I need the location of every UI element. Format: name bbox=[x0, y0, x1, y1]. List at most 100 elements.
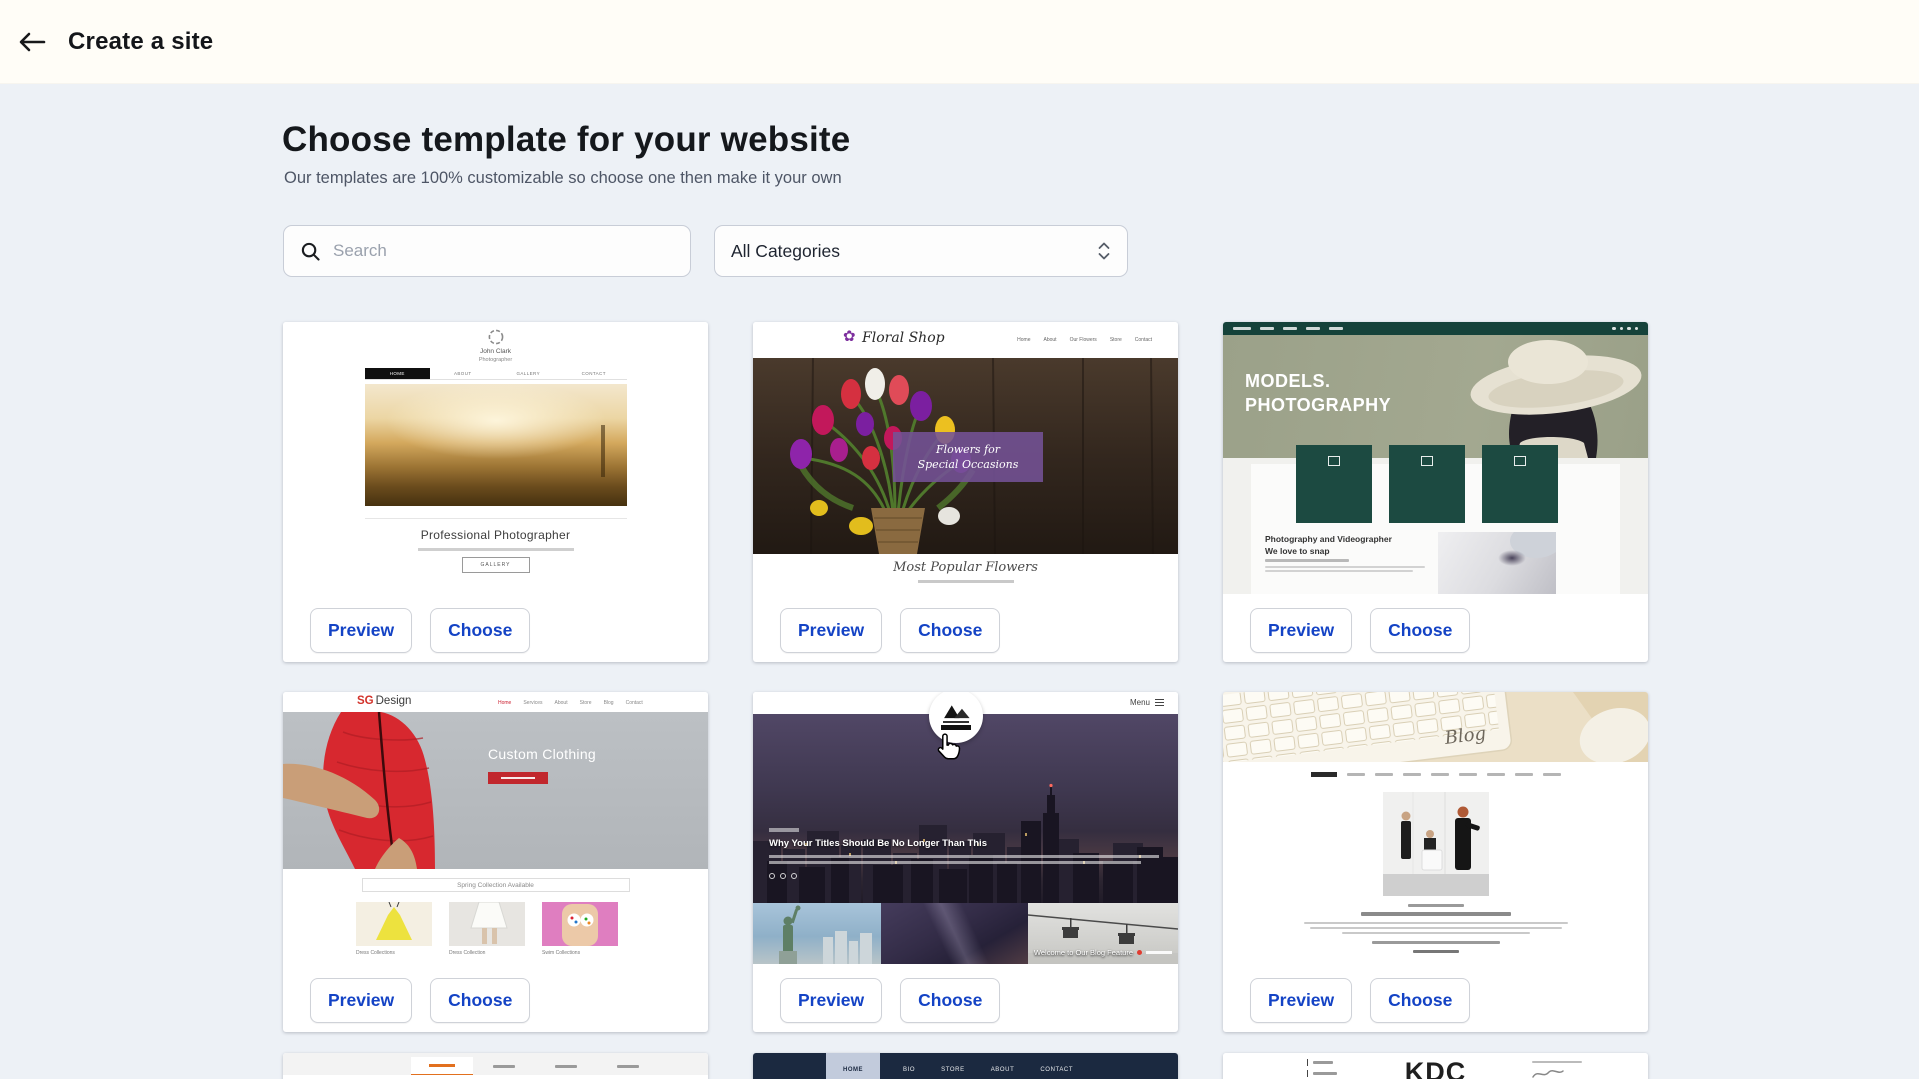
text-line bbox=[1413, 950, 1459, 953]
card-actions: Preview Choose bbox=[780, 608, 1000, 653]
template-thumbnail-photographer[interactable]: John Clark Photographer HOME ABOUT GALLE… bbox=[283, 322, 708, 594]
text-line bbox=[555, 1065, 577, 1068]
mini-heading: Why Your Titles Should Be No Longer Than… bbox=[769, 838, 987, 849]
feature-card bbox=[1389, 445, 1465, 523]
search-box[interactable] bbox=[283, 225, 691, 277]
mini-nav-item bbox=[1307, 1070, 1337, 1077]
feature-card bbox=[1296, 445, 1372, 523]
text-line bbox=[769, 861, 1141, 864]
text-line bbox=[1313, 1072, 1337, 1075]
about-block: Photography and Videographer We love to … bbox=[1265, 534, 1440, 572]
mini-brand-name: Floral Shop bbox=[862, 330, 945, 346]
brand-rest: Design bbox=[376, 695, 412, 707]
text-line bbox=[1347, 773, 1365, 776]
text-line bbox=[617, 1065, 639, 1068]
salon-photo bbox=[1383, 792, 1489, 896]
text-line bbox=[1311, 772, 1337, 777]
hero-model-photo: MODELS. PHOTOGRAPHY bbox=[1223, 335, 1648, 458]
mini-heading: Custom Clothing bbox=[488, 746, 596, 762]
choose-button[interactable]: Choose bbox=[900, 978, 1000, 1023]
preview-button[interactable]: Preview bbox=[310, 608, 412, 653]
mini-nav-item: Home bbox=[1017, 337, 1030, 343]
red-dress-illustration bbox=[283, 712, 463, 869]
text-line bbox=[943, 721, 969, 723]
template-thumbnail-sg-design[interactable]: SGDesign Home Services About Store Blog … bbox=[283, 692, 708, 964]
text-line bbox=[1146, 951, 1172, 954]
hero-text: Custom Clothing bbox=[488, 746, 596, 784]
template-card-travel-blog: Menu bbox=[753, 692, 1178, 1032]
mini-banner: Spring Collection Available bbox=[362, 878, 630, 892]
chevron-updown-icon bbox=[1097, 239, 1111, 263]
template-thumbnail-kdc[interactable]: KDC bbox=[1223, 1053, 1648, 1079]
choose-button[interactable]: Choose bbox=[1370, 608, 1470, 653]
preview-button[interactable]: Preview bbox=[780, 608, 882, 653]
carousel-dots bbox=[769, 873, 797, 879]
text-line bbox=[493, 1065, 515, 1068]
divider bbox=[365, 518, 627, 519]
preview-button[interactable]: Preview bbox=[1250, 608, 1352, 653]
mountains-icon bbox=[939, 702, 973, 719]
hero-overlay-line: Flowers for bbox=[936, 442, 1000, 457]
caption-text: Welcome to Our Blog Feature bbox=[1034, 948, 1133, 957]
text-line bbox=[1361, 912, 1511, 916]
mini-nav-item bbox=[1307, 1059, 1337, 1066]
mini-heading-line: MODELS. bbox=[1245, 369, 1391, 393]
card-actions: Preview Choose bbox=[780, 978, 1000, 1023]
keyboard-illustration: Blog bbox=[1223, 692, 1648, 762]
choose-button[interactable]: Choose bbox=[1370, 978, 1470, 1023]
text-line bbox=[1459, 773, 1477, 776]
search-input[interactable] bbox=[333, 241, 674, 261]
flower-icon bbox=[843, 329, 856, 344]
text-line bbox=[941, 725, 971, 730]
menu-label: Menu bbox=[1130, 698, 1150, 707]
choose-button[interactable]: Choose bbox=[430, 608, 530, 653]
text-line bbox=[1260, 327, 1274, 330]
template-card-floral-shop: Floral Shop Home About Our Flowers Store… bbox=[753, 322, 1178, 662]
text-line bbox=[1306, 327, 1320, 330]
product-photo-yellow-dress bbox=[356, 902, 432, 946]
sunset-field-photo bbox=[365, 384, 627, 506]
statue-of-liberty-photo bbox=[753, 903, 881, 964]
template-thumbnail-keyboard-blog[interactable]: Blog bbox=[1223, 692, 1648, 964]
text-line bbox=[1408, 904, 1464, 907]
preview-button[interactable]: Preview bbox=[1250, 978, 1352, 1023]
mini-nav-item bbox=[535, 1057, 597, 1075]
mini-nav-item: About bbox=[555, 700, 568, 706]
category-select[interactable]: All Categories bbox=[714, 225, 1128, 277]
choose-button[interactable]: Choose bbox=[430, 978, 530, 1023]
back-button[interactable] bbox=[10, 20, 54, 64]
card-actions: Preview Choose bbox=[1250, 608, 1470, 653]
preview-button[interactable]: Preview bbox=[780, 978, 882, 1023]
mini-nav-item: BIO bbox=[903, 1067, 915, 1073]
text-line bbox=[769, 855, 1159, 858]
mini-menu: Menu bbox=[1130, 698, 1164, 707]
choose-button[interactable]: Choose bbox=[900, 608, 1000, 653]
template-card-sg-design: SGDesign Home Services About Store Blog … bbox=[283, 692, 708, 1032]
template-card-keyboard-blog: Blog bbox=[1223, 692, 1648, 1032]
template-card-navy: HOME BIO STORE ABOUT CONTACT bbox=[753, 1053, 1178, 1079]
mini-nav-item: GALLERY bbox=[496, 368, 562, 379]
text-line bbox=[1431, 773, 1449, 776]
section-subheading: Our templates are 100% customizable so c… bbox=[284, 169, 842, 188]
preview-button[interactable]: Preview bbox=[310, 978, 412, 1023]
text-line bbox=[1532, 1061, 1582, 1063]
mini-brand-name: John Clark bbox=[365, 348, 627, 355]
woman-with-hat-illustration bbox=[1428, 335, 1648, 458]
hero-overlay-line: Special Occasions bbox=[918, 457, 1019, 472]
signature-block bbox=[1532, 1061, 1582, 1079]
template-thumbnail-tabs[interactable] bbox=[283, 1053, 708, 1079]
page-title: Create a site bbox=[68, 28, 213, 56]
template-thumbnail-travel-blog[interactable]: Menu bbox=[753, 692, 1178, 964]
template-card-kdc: KDC bbox=[1223, 1053, 1648, 1079]
brand-accent: SG bbox=[357, 695, 374, 707]
template-thumbnail-models-photography[interactable]: MODELS. PHOTOGRAPHY bbox=[1223, 322, 1648, 594]
hero-red-dress-photo: Custom Clothing bbox=[283, 712, 708, 869]
mini-section-title: Most Popular Flowers bbox=[753, 560, 1178, 575]
mini-nav-item: Blog bbox=[604, 700, 614, 706]
text-line bbox=[1233, 327, 1251, 330]
text-line bbox=[1403, 773, 1421, 776]
camera-icon bbox=[1514, 456, 1526, 466]
mini-nav-item: ABOUT bbox=[991, 1067, 1015, 1073]
template-thumbnail-floral-shop[interactable]: Floral Shop Home About Our Flowers Store… bbox=[753, 322, 1178, 594]
template-thumbnail-navy[interactable]: HOME BIO STORE ABOUT CONTACT bbox=[753, 1053, 1178, 1079]
